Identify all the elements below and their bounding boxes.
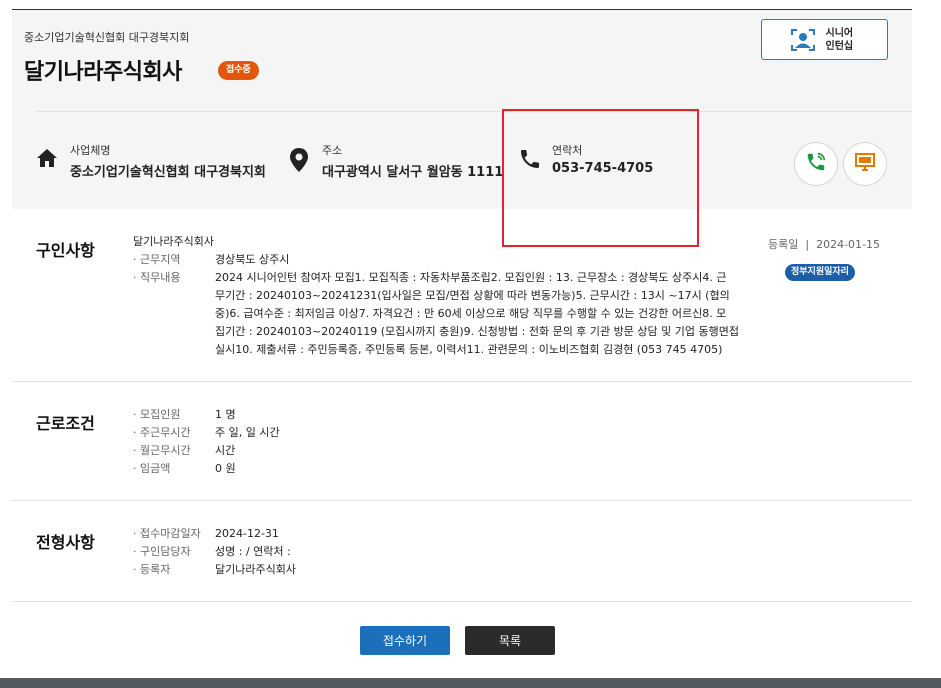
business-info: 사업체명 중소기업기술혁신협회 대구경북지회 bbox=[36, 142, 266, 180]
company-row: 달기나라주식회사 bbox=[133, 233, 214, 251]
screening-row: · 구인담당자 성명 : / 연락처 : bbox=[133, 543, 291, 561]
condition-key: · 월근무시간 bbox=[133, 444, 191, 457]
senior-internship-button[interactable]: 시니어 인턴십 bbox=[761, 19, 888, 60]
reg-date-label: 등록일 bbox=[768, 238, 799, 251]
condition-row: · 월근무시간 시간 bbox=[133, 442, 235, 460]
registration-date: 등록일 | 2024-01-15 bbox=[768, 236, 880, 252]
section-title-work-conditions: 근로조건 bbox=[36, 414, 95, 433]
call-button[interactable] bbox=[794, 142, 838, 186]
address-info: 주소 대구광역시 달서구 월암동 1111 bbox=[288, 142, 503, 180]
condition-value: 0 원 bbox=[215, 462, 236, 475]
screening-value: 성명 : / 연락처 : bbox=[215, 545, 291, 558]
business-value: 중소기업기술혁신협회 대구경북지회 bbox=[70, 165, 266, 180]
company-name: 달기나라주식회사 bbox=[133, 235, 214, 248]
apply-button[interactable]: 접수하기 bbox=[360, 626, 450, 655]
online-apply-button[interactable] bbox=[843, 142, 887, 186]
list-button[interactable]: 목록 bbox=[465, 626, 555, 655]
condition-key: · 임금액 bbox=[133, 462, 171, 475]
condition-row: · 모집인원 1 명 bbox=[133, 406, 236, 424]
work-area-label: · 근무지역 bbox=[133, 253, 181, 266]
screening-key: · 등록자 bbox=[133, 563, 171, 576]
call-icon bbox=[805, 151, 827, 177]
status-badge: 접수중 bbox=[218, 61, 259, 80]
gov-support-badge: 정부지원일자리 bbox=[785, 264, 855, 281]
work-area-value: 경상북도 상주시 bbox=[215, 253, 290, 266]
monitor-icon bbox=[854, 152, 876, 176]
work-area-row: · 근무지역 경상북도 상주시 bbox=[133, 251, 289, 269]
screening-value: 달기나라주식회사 bbox=[215, 563, 296, 576]
screening-value: 2024-12-31 bbox=[215, 527, 279, 540]
condition-key: · 모집인원 bbox=[133, 408, 181, 421]
section-divider bbox=[12, 381, 912, 382]
screening-row: · 접수마감일자 2024-12-31 bbox=[133, 525, 279, 543]
job-desc-line: 2024 시니어인턴 참여자 모집1. 모집직종 : 자동차부품조립2. 모집인… bbox=[215, 271, 727, 284]
header-divider bbox=[36, 111, 912, 112]
job-desc-row: · 직무내용 2024 시니어인턴 참여자 모집1. 모집직종 : 자동차부품조… bbox=[133, 269, 760, 359]
page-title: 달기나라주식회사 bbox=[24, 60, 182, 85]
job-desc-line: 무기간 : 20240103~20241231(입사일은 모집/면접 상황에 따… bbox=[215, 289, 730, 302]
reg-date-separator: | bbox=[805, 238, 810, 251]
location-pin-icon bbox=[288, 147, 314, 173]
condition-row: · 주근무시간 주 일, 일 시간 bbox=[133, 424, 280, 442]
condition-key: · 주근무시간 bbox=[133, 426, 191, 439]
highlight-box bbox=[502, 109, 699, 247]
footer-bar bbox=[0, 678, 941, 688]
section-title-screening: 전형사항 bbox=[36, 533, 95, 552]
job-desc-line: 중)6. 급여수준 : 최저임금 이상7. 자격요건 : 만 60세 이상으로 … bbox=[215, 307, 727, 320]
address-label: 주소 bbox=[322, 144, 343, 157]
condition-row: · 임금액 0 원 bbox=[133, 460, 236, 478]
section-divider bbox=[12, 500, 912, 501]
job-desc-line: 집기간 : 20240103~20240119 (모집시까지 충원)9. 신청방… bbox=[215, 325, 739, 338]
home-icon bbox=[36, 147, 62, 173]
org-name: 중소기업기술혁신협회 대구경북지회 bbox=[24, 31, 190, 44]
condition-value: 시간 bbox=[215, 444, 236, 457]
reg-date-value: 2024-01-15 bbox=[816, 238, 881, 251]
screening-key: · 접수마감일자 bbox=[133, 527, 201, 540]
screening-row: · 등록자 달기나라주식회사 bbox=[133, 561, 296, 579]
job-desc-text: 2024 시니어인턴 참여자 모집1. 모집직종 : 자동차부품조립2. 모집인… bbox=[215, 269, 760, 359]
condition-value: 주 일, 일 시간 bbox=[215, 426, 280, 439]
job-desc-label: · 직무내용 bbox=[133, 271, 181, 284]
senior-internship-label: 시니어 인턴십 bbox=[825, 27, 854, 52]
section-title-job-posting: 구인사항 bbox=[36, 241, 95, 260]
section-divider bbox=[12, 601, 912, 602]
job-desc-line: 실시10. 제출서류 : 주민등록증, 주민등록 등본, 이력서11. 관련문의… bbox=[215, 343, 723, 356]
condition-value: 1 명 bbox=[215, 408, 236, 421]
senior-person-icon bbox=[790, 28, 816, 52]
screening-key: · 구인담당자 bbox=[133, 545, 191, 558]
address-value: 대구광역시 달서구 월암동 1111 bbox=[322, 165, 504, 180]
business-label: 사업체명 bbox=[70, 144, 111, 157]
